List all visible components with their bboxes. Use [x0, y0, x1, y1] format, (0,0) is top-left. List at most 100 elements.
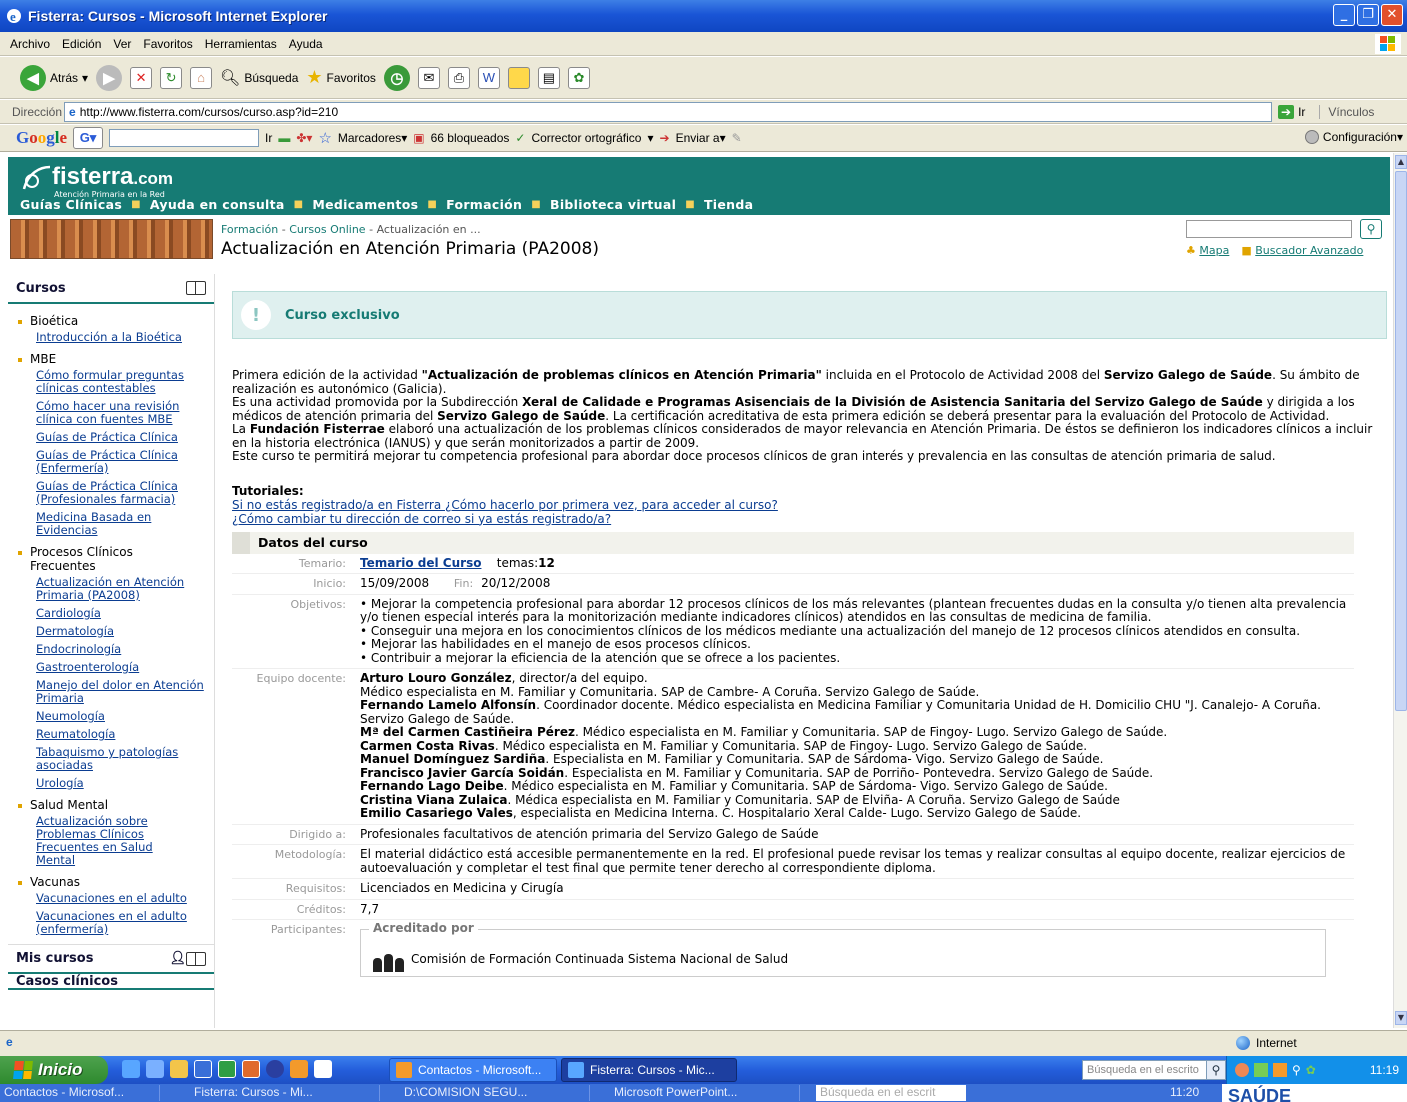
- sidebar-link[interactable]: Guías de Práctica Clínica (Enfermería): [36, 449, 214, 475]
- sidebar-link[interactable]: Cómo formular preguntas clínicas contest…: [36, 369, 214, 395]
- book-icon: [186, 281, 206, 295]
- fisterra-logo[interactable]: fisterra.com Atención Primaria en la Red: [20, 163, 173, 199]
- sidebar-link[interactable]: Endocrinología: [36, 643, 214, 656]
- powerpoint-quicklaunch-icon[interactable]: [242, 1060, 260, 1078]
- site-search-input[interactable]: [1186, 220, 1352, 238]
- nav-tienda[interactable]: Tienda: [704, 197, 753, 212]
- tray-outlook-icon[interactable]: [1273, 1063, 1287, 1077]
- tray-messenger-icon[interactable]: ✿: [1306, 1063, 1316, 1077]
- minimize-button[interactable]: _: [1333, 4, 1355, 26]
- menu-edicion[interactable]: Edición: [62, 37, 101, 51]
- address-bar: Dirección e http://www.fisterra.com/curs…: [0, 100, 1407, 124]
- google-search-input[interactable]: [109, 129, 260, 147]
- close-button[interactable]: ✕: [1381, 4, 1403, 26]
- scroll-up-icon[interactable]: ▲: [1395, 155, 1407, 169]
- history-icon[interactable]: ◷: [383, 64, 410, 91]
- temas-label: temas:: [496, 555, 539, 570]
- address-input[interactable]: e http://www.fisterra.com/cursos/curso.a…: [64, 101, 1272, 122]
- mapa-link[interactable]: Mapa: [1199, 244, 1229, 257]
- sidebar-link[interactable]: Introducción a la Bioética: [36, 331, 214, 344]
- maximize-button[interactable]: ❐: [1357, 4, 1379, 26]
- sidebar-link[interactable]: Guías de Práctica Clínica (Profesionales…: [36, 480, 214, 506]
- sidebar-link-active[interactable]: Actualización en Atención Primaria (PA20…: [36, 576, 214, 602]
- outlook2-quicklaunch-icon[interactable]: [290, 1060, 308, 1078]
- site-search-button[interactable]: ⚲: [1360, 219, 1382, 239]
- menu-ver[interactable]: Ver: [113, 37, 131, 51]
- links-button[interactable]: Vínculos: [1319, 104, 1374, 119]
- sidebar-link[interactable]: Guías de Práctica Clínica: [36, 431, 214, 444]
- go-button[interactable]: ➔ Ir: [1278, 104, 1305, 119]
- buscador-avanzado-link[interactable]: Buscador Avanzado: [1255, 244, 1363, 257]
- task-contactos[interactable]: Contactos - Microsoft...: [389, 1058, 557, 1082]
- nav-ayuda-consulta[interactable]: Ayuda en consulta: [150, 197, 285, 212]
- puzzle-icon[interactable]: ✤▾: [296, 131, 312, 145]
- back-button[interactable]: ◀ Atrás ▾: [20, 64, 88, 91]
- menu-herramientas[interactable]: Herramientas: [205, 37, 277, 51]
- tray-search-icon[interactable]: ⚲: [1292, 1063, 1301, 1077]
- menu-archivo[interactable]: Archivo: [10, 37, 50, 51]
- forward-button[interactable]: ▶: [96, 64, 123, 91]
- stop-icon[interactable]: ✕: [130, 66, 153, 89]
- sidebar-link[interactable]: Cardiología: [36, 607, 214, 620]
- menu-ayuda[interactable]: Ayuda: [289, 37, 323, 51]
- messenger-icon[interactable]: ✿: [567, 66, 590, 89]
- nav-medicamentos[interactable]: Medicamentos: [312, 197, 418, 212]
- sidebar-link[interactable]: Manejo del dolor en Atención Primaria: [36, 679, 214, 705]
- nav-formacion[interactable]: Formación: [446, 197, 522, 212]
- sidebar-link[interactable]: Neumología: [36, 710, 214, 723]
- sidebar-link[interactable]: Cómo hacer una revisión clínica con fuen…: [36, 400, 214, 426]
- edit-word-icon[interactable]: W: [477, 66, 500, 89]
- my-courses-header[interactable]: Mis cursos 👤︎: [8, 944, 214, 974]
- send-to-button[interactable]: Enviar a▾: [676, 131, 726, 145]
- google-go-button[interactable]: Ir: [265, 131, 272, 145]
- settings-button[interactable]: Configuración▾: [1304, 130, 1403, 144]
- excel-quicklaunch-icon[interactable]: [218, 1060, 236, 1078]
- sidebar-link[interactable]: Tabaquismo y patologías asociadas: [36, 746, 214, 772]
- nav-guias-clinicas[interactable]: Guías Clínicas: [20, 197, 122, 212]
- breadcrumb-cursos-online[interactable]: Cursos Online: [289, 223, 365, 236]
- exclusive-course-banner: ! Curso exclusivo: [232, 291, 1387, 339]
- mail-icon[interactable]: ✉: [417, 66, 440, 89]
- next-section-header[interactable]: Casos clínicos: [8, 974, 214, 990]
- sidebar-link[interactable]: Dermatología: [36, 625, 214, 638]
- breadcrumb-formacion[interactable]: Formación: [221, 223, 278, 236]
- tray-shield-icon[interactable]: [1254, 1063, 1268, 1077]
- word-quicklaunch-icon[interactable]: [194, 1060, 212, 1078]
- page-scrollbar[interactable]: ▲ ▼: [1393, 153, 1407, 1028]
- scroll-down-icon[interactable]: ▼: [1395, 1011, 1407, 1025]
- sidebar-link[interactable]: Actualización sobre Problemas Clínicos F…: [36, 815, 176, 867]
- folder-quicklaunch-icon[interactable]: [170, 1060, 188, 1078]
- nav-biblioteca[interactable]: Biblioteca virtual: [550, 197, 676, 212]
- desktop-search-icon[interactable]: ⚲: [1206, 1060, 1226, 1080]
- menu-favoritos[interactable]: Favoritos: [143, 37, 192, 51]
- sidebar-link[interactable]: Gastroenterología: [36, 661, 214, 674]
- sidebar-link[interactable]: Medicina Basada en Evidencias: [36, 511, 214, 537]
- print-icon[interactable]: ⎙: [447, 66, 470, 89]
- desktop-search-input[interactable]: Búsqueda en el escrito: [1082, 1060, 1208, 1080]
- tray-back-icon[interactable]: [1235, 1063, 1249, 1077]
- folder-icon[interactable]: [507, 66, 530, 89]
- media-quicklaunch-icon[interactable]: [266, 1060, 284, 1078]
- search-button[interactable]: 🔍︎ Búsqueda: [220, 68, 298, 88]
- research-icon[interactable]: ▤: [537, 66, 560, 89]
- tutorial-link-register[interactable]: Si no estás registrado/a en Fisterra ¿Có…: [232, 498, 1387, 512]
- sidebar-link[interactable]: Urología: [36, 777, 214, 790]
- favorites-button[interactable]: ★ Favoritos: [306, 67, 376, 88]
- temario-link[interactable]: Temario del Curso: [360, 556, 481, 570]
- ie-quicklaunch-icon[interactable]: [122, 1060, 140, 1078]
- refresh-icon[interactable]: ↻: [160, 66, 183, 89]
- google-g-icon[interactable]: G▾: [73, 127, 104, 149]
- bookmarks-button[interactable]: Marcadores▾: [338, 131, 407, 145]
- start-button[interactable]: Inicio: [0, 1056, 108, 1084]
- sidebar-link[interactable]: Reumatología: [36, 728, 214, 741]
- scrollbar-thumb[interactable]: [1395, 171, 1407, 711]
- spellcheck-button[interactable]: Corrector ortográfico: [531, 131, 641, 145]
- sidebar-link[interactable]: Vacunaciones en el adulto (enfermería): [36, 910, 214, 936]
- doc-quicklaunch-icon[interactable]: [314, 1060, 332, 1078]
- home-icon[interactable]: ⌂: [190, 66, 213, 89]
- popup-blocked-count[interactable]: 66 bloqueados: [431, 131, 510, 145]
- sidebar-link[interactable]: Vacunaciones en el adulto: [36, 892, 214, 905]
- outlook-quicklaunch-icon[interactable]: [146, 1060, 164, 1078]
- tutorial-link-change-email[interactable]: ¿Cómo cambiar tu dirección de correo si …: [232, 512, 1387, 526]
- task-fisterra-active[interactable]: Fisterra: Cursos - Mic...: [561, 1058, 737, 1082]
